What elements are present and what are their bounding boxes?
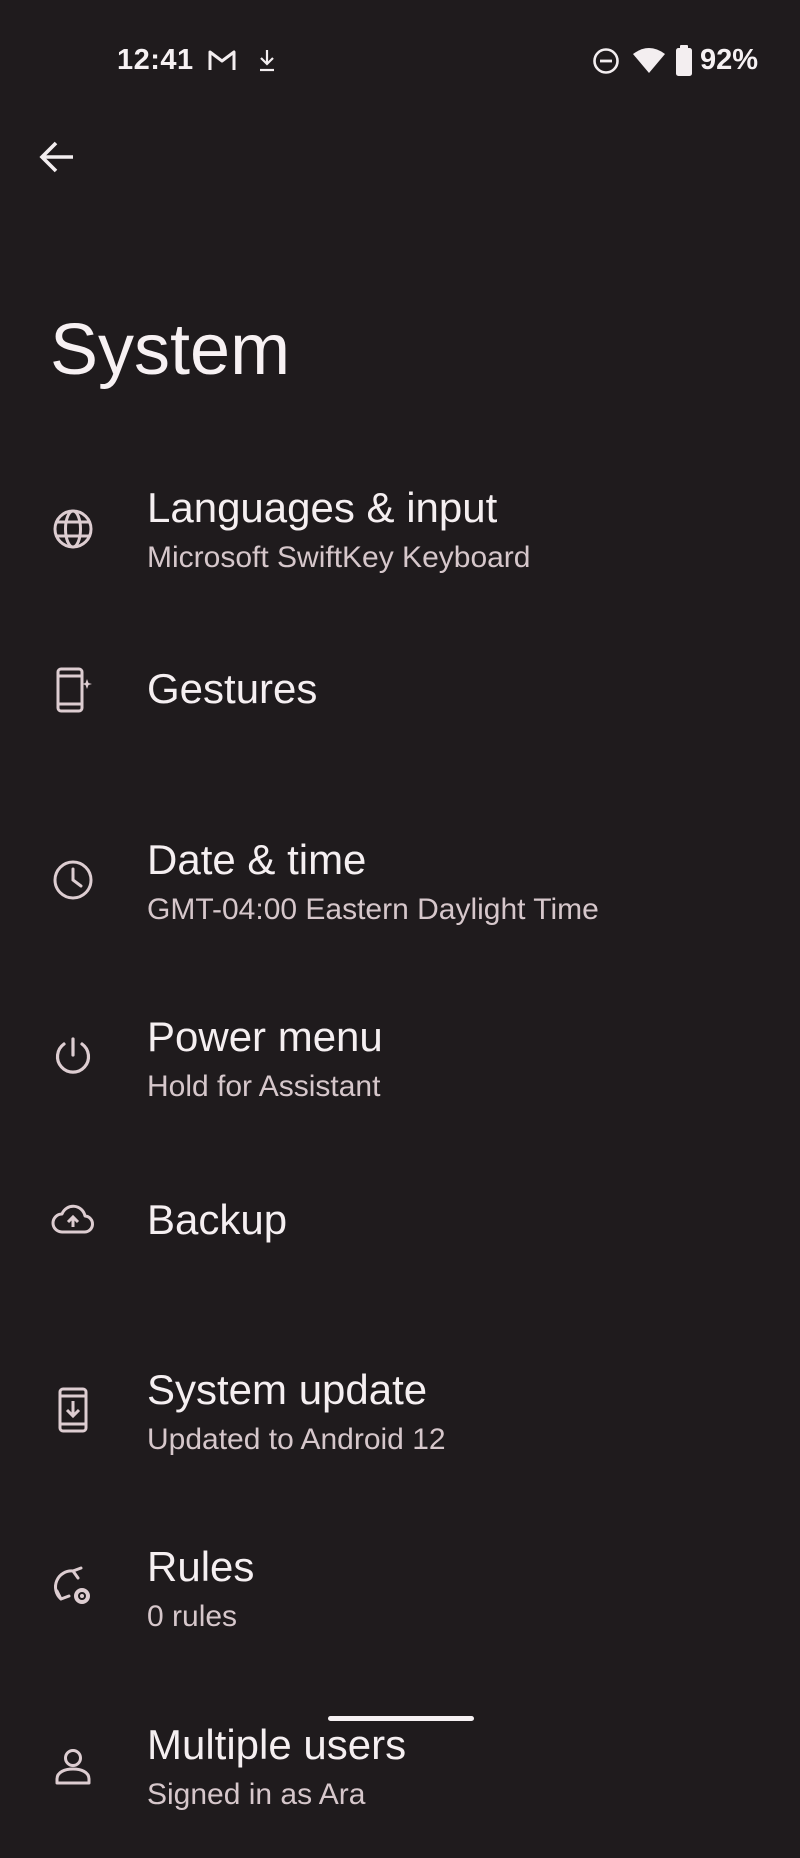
power-icon bbox=[48, 1031, 98, 1081]
globe-icon bbox=[48, 504, 98, 554]
setting-summary: 0 rules bbox=[147, 1600, 238, 1633]
clock-icon bbox=[48, 855, 98, 905]
setting-title: Power menu bbox=[147, 1013, 383, 1060]
setting-title: Date & time bbox=[147, 836, 367, 883]
setting-languages-input[interactable]: Languages & input Microsoft SwiftKey Key… bbox=[0, 442, 800, 619]
arrow-back-icon bbox=[38, 140, 76, 174]
setting-title: System update bbox=[147, 1366, 428, 1413]
wifi-icon bbox=[632, 46, 666, 76]
phone-sparkle-icon bbox=[48, 665, 98, 715]
setting-title: Backup bbox=[147, 1196, 288, 1243]
setting-backup[interactable]: Backup bbox=[0, 1150, 800, 1327]
setting-system-update[interactable]: System update Updated to Android 12 bbox=[0, 1327, 800, 1504]
setting-title: Gestures bbox=[147, 665, 318, 712]
gmail-icon bbox=[207, 48, 237, 72]
setting-rules[interactable]: Rules 0 rules bbox=[0, 1504, 800, 1681]
setting-summary: GMT-04:00 Eastern Daylight Time bbox=[147, 893, 599, 926]
setting-gestures[interactable]: Gestures bbox=[0, 619, 800, 796]
setting-date-time[interactable]: Date & time GMT-04:00 Eastern Daylight T… bbox=[0, 796, 800, 973]
do-not-disturb-icon bbox=[591, 46, 621, 76]
battery-percentage: 92% bbox=[700, 44, 759, 76]
person-icon bbox=[48, 1741, 98, 1791]
setting-summary: Microsoft SwiftKey Keyboard bbox=[147, 541, 531, 574]
setting-power-menu[interactable]: Power menu Hold for Assistant bbox=[0, 973, 800, 1150]
setting-summary: Hold for Assistant bbox=[147, 1070, 381, 1103]
rules-icon bbox=[48, 1562, 98, 1612]
back-button[interactable] bbox=[30, 130, 84, 184]
setting-summary: Updated to Android 12 bbox=[147, 1423, 446, 1456]
status-bar: 12:41 92% bbox=[0, 40, 800, 84]
battery-icon bbox=[675, 45, 693, 77]
setting-multiple-users[interactable]: Multiple users Signed in as Ara bbox=[0, 1681, 800, 1858]
gesture-nav-handle[interactable] bbox=[328, 1716, 474, 1721]
cloud-upload-icon bbox=[48, 1195, 98, 1245]
setting-title: Rules bbox=[147, 1543, 255, 1590]
download-icon bbox=[256, 47, 278, 73]
system-update-icon bbox=[48, 1385, 98, 1435]
page-title: System bbox=[50, 310, 291, 390]
status-time: 12:41 bbox=[117, 44, 194, 76]
settings-list: Languages & input Microsoft SwiftKey Key… bbox=[0, 442, 800, 1858]
setting-title: Multiple users bbox=[147, 1721, 407, 1768]
setting-title: Languages & input bbox=[147, 484, 498, 531]
setting-summary: Signed in as Ara bbox=[147, 1778, 366, 1811]
